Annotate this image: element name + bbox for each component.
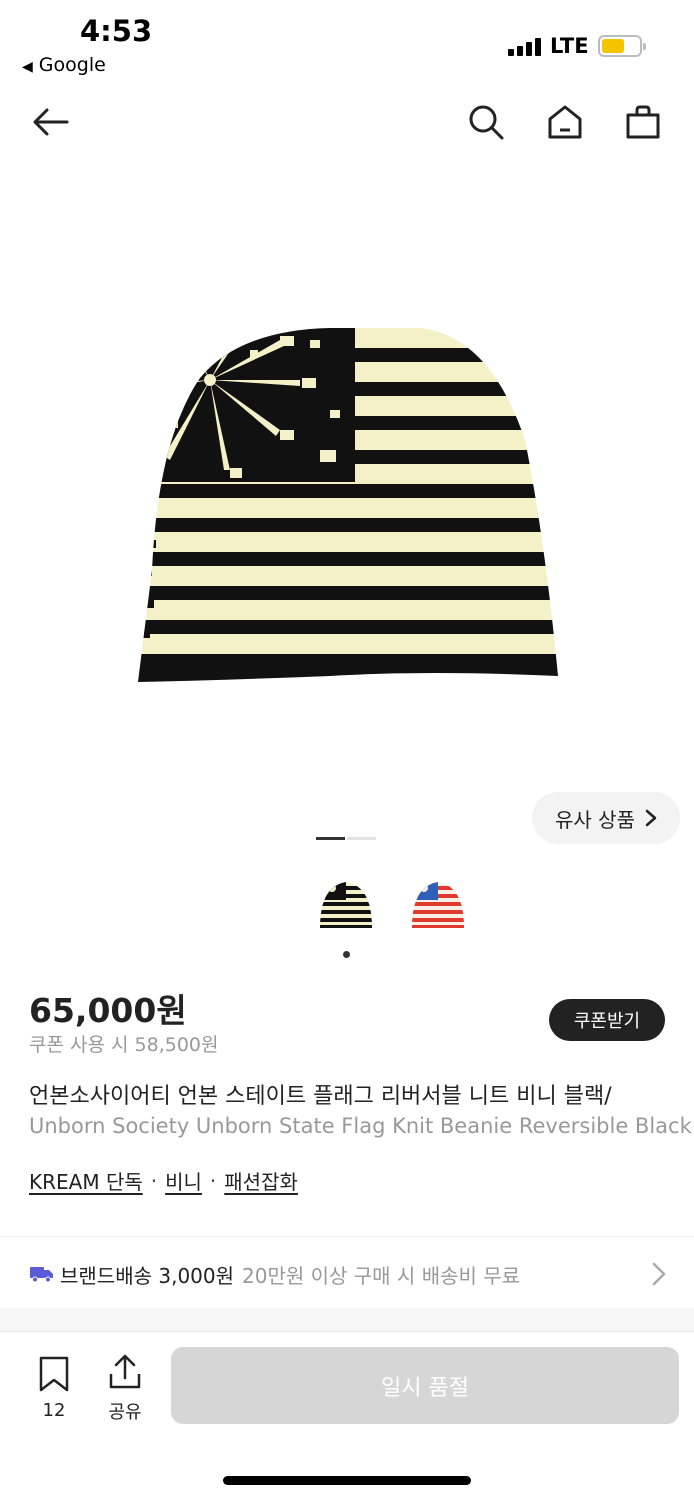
thumbnail-black-cream[interactable] xyxy=(318,878,374,930)
product-title-english: Unborn Society Unborn State Flag Knit Be… xyxy=(29,1114,692,1138)
network-label: LTE xyxy=(550,34,589,58)
similar-products-label: 유사 상품 xyxy=(555,807,635,832)
top-navigation xyxy=(0,96,694,152)
product-title-korean: 언본소사이어티 언본 스테이트 플래그 리버서블 니트 비니 블랙/ xyxy=(29,1084,612,1109)
bookmark-count: 12 xyxy=(42,1400,66,1421)
shipping-info-row[interactable]: 브랜드배송 3,000원 20만원 이상 구매 시 배송비 무료 xyxy=(0,1244,694,1304)
share-icon xyxy=(109,1354,141,1389)
search-icon[interactable] xyxy=(464,100,508,144)
tag-separator: · xyxy=(209,1168,217,1193)
signal-icon xyxy=(508,38,541,56)
home-indicator[interactable] xyxy=(223,1476,471,1485)
back-triangle-icon: ◀ xyxy=(22,59,33,75)
section-spacer xyxy=(0,1308,694,1332)
color-thumbnails xyxy=(318,878,466,930)
section-divider xyxy=(0,1236,694,1237)
bookmark-icon xyxy=(39,1356,69,1392)
bottom-bar-divider xyxy=(0,1331,694,1332)
product-tags: KREAM 단독 · 비니 · 패션잡화 xyxy=(29,1166,298,1195)
share-label: 공유 xyxy=(108,1402,142,1423)
product-image[interactable] xyxy=(130,320,564,692)
get-coupon-button[interactable]: 쿠폰받기 xyxy=(549,999,665,1041)
share-button[interactable]: 공유 xyxy=(103,1354,147,1424)
home-icon[interactable] xyxy=(543,100,587,144)
back-to-app-link[interactable]: ◀ Google xyxy=(22,54,106,76)
similar-products-button[interactable]: 유사 상품 xyxy=(532,792,680,844)
pager-segment-active xyxy=(316,837,345,840)
sold-out-button[interactable]: 일시 품절 xyxy=(171,1347,679,1424)
chevron-right-icon xyxy=(652,1262,666,1286)
back-arrow-icon[interactable] xyxy=(28,100,72,144)
tag-link[interactable]: 비니 xyxy=(165,1166,202,1195)
tag-link[interactable]: KREAM 단독 xyxy=(29,1166,143,1195)
truck-icon xyxy=(30,1267,53,1283)
shipping-label: 브랜드배송 3,000원 xyxy=(60,1263,235,1288)
status-time: 4:53 xyxy=(80,14,153,48)
product-price: 65,000원 xyxy=(29,991,187,1030)
thumbnail-selected-dot xyxy=(343,951,350,958)
shipping-note: 20만원 이상 구매 시 배송비 무료 xyxy=(242,1263,521,1288)
pager-segment xyxy=(347,837,376,840)
bookmark-button[interactable]: 12 xyxy=(34,1356,74,1421)
tag-link[interactable]: 패션잡화 xyxy=(224,1166,298,1195)
shopping-bag-icon[interactable] xyxy=(621,100,665,144)
coupon-price: 쿠폰 사용 시 58,500원 xyxy=(29,1034,219,1056)
chevron-right-icon xyxy=(645,809,657,827)
status-bar: 4:53 ◀ Google LTE xyxy=(0,0,694,88)
image-pager xyxy=(316,837,376,840)
back-app-label: Google xyxy=(38,54,106,76)
battery-icon xyxy=(598,35,646,57)
thumbnail-red-blue[interactable] xyxy=(410,878,466,930)
tag-separator: · xyxy=(150,1168,158,1193)
